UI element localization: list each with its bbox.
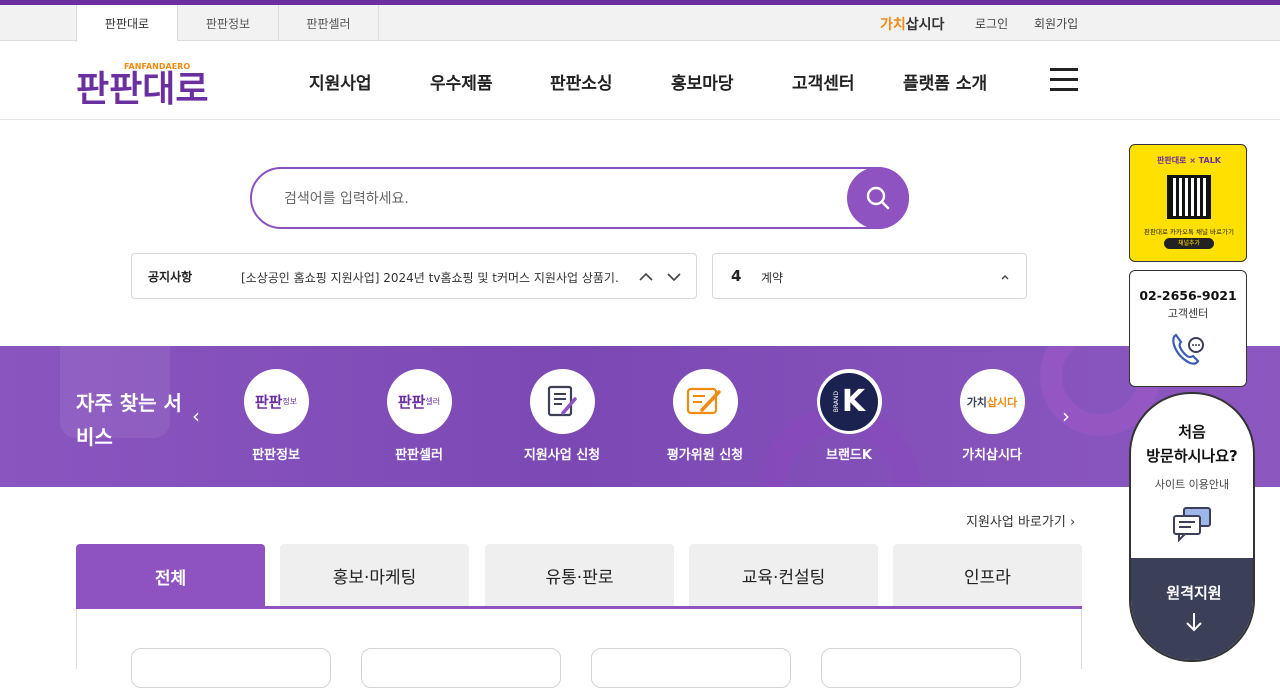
site-logo[interactable]: FANFANDAERO 판판대로	[76, 53, 230, 109]
tab-all[interactable]: 전체	[76, 544, 265, 609]
site-tab-panpandaero[interactable]: 판판대로	[76, 5, 177, 42]
logo-text: 판판	[254, 393, 283, 411]
search-input[interactable]	[284, 187, 824, 211]
kakao-add-button: 채널추가	[1164, 238, 1214, 249]
document-edit-icon	[529, 369, 595, 434]
search-button[interactable]	[847, 167, 909, 229]
chat-bubbles-icon	[1173, 507, 1211, 543]
chevron-up-icon[interactable]	[637, 268, 655, 286]
site-tabs: 판판대로 판판정보 판판셀러	[76, 5, 379, 42]
nav-sourcing[interactable]: 판판소싱	[550, 69, 613, 94]
gachi-word-1: 가치	[880, 17, 906, 33]
service-item-panpan-info[interactable]: 판판 정보 판판정보	[216, 369, 336, 463]
program-card[interactable]	[131, 648, 331, 688]
service-label: 판판정보	[252, 448, 300, 463]
remote-support-button[interactable]: 원격지원	[1131, 558, 1253, 660]
tab-distribution[interactable]: 유통·판로	[485, 544, 674, 606]
site-tab-panpan-info[interactable]: 판판정보	[177, 5, 278, 41]
kakao-channel-qr[interactable]: 판판대로 × TALK 판판대로 카카오톡 채널 바로가기 채널추가	[1129, 144, 1247, 262]
gachi-logo: 가치 삽시다	[959, 369, 1025, 434]
hamburger-menu-icon[interactable]	[1050, 68, 1078, 92]
customer-phone: 02-2656-9021	[1139, 288, 1237, 303]
nav-products[interactable]: 우수제품	[430, 69, 493, 94]
utility-bar: 판판대로 판판정보 판판셀러 가치삽시다 로그인 회원가입	[0, 5, 1280, 42]
notice-label: 공지사항	[148, 270, 193, 284]
service-label: 평가위원 신청	[666, 448, 744, 463]
program-card[interactable]	[361, 648, 561, 688]
services-title: 자주 찾는 서비스	[76, 391, 182, 449]
logo-text: K	[841, 384, 866, 419]
login-link[interactable]: 로그인	[975, 15, 1008, 32]
site-guide-widget: 처음 방문하시나요? 사이트 이용안내 원격지원	[1129, 392, 1255, 662]
panpan-seller-logo: 판판 셀러	[386, 369, 452, 434]
service-label: 가치삽시다	[962, 448, 1022, 463]
services-prev-icon[interactable]: ‹	[192, 404, 200, 428]
qr-caption: 판판대로 카카오톡 채널 바로가기	[1144, 228, 1234, 236]
guide-title-line1: 처음	[1178, 423, 1206, 441]
tab-marketing[interactable]: 홍보·마케팅	[280, 544, 469, 606]
nav-promotion[interactable]: 홍보마당	[671, 69, 734, 94]
notice-box: 공지사항 [소상공인 홈쇼핑 지원사업] 2024년 tv홈쇼핑 및 t커머스 …	[131, 253, 697, 299]
service-item-brand-k[interactable]: BRAND K 브랜드K	[789, 369, 909, 463]
chevron-right-icon: ›	[1069, 515, 1076, 530]
guide-title-line2: 방문하시나요?	[1146, 447, 1238, 465]
main-header: FANFANDAERO 판판대로 지원사업 우수제품 판판소싱 홍보마당 고객센…	[0, 41, 1280, 120]
caret-up-icon[interactable]	[1000, 272, 1010, 282]
service-label: 지원사업 신청	[523, 448, 601, 463]
nav-support[interactable]: 지원사업	[309, 69, 372, 94]
keyword-rank: 4	[731, 267, 742, 285]
logo-text: 삽시다	[986, 395, 1018, 409]
gachi-link[interactable]: 가치삽시다	[880, 14, 944, 34]
service-label: 판판셀러	[395, 448, 443, 463]
panpan-info-logo: 판판 정보	[243, 369, 309, 434]
customer-center-box[interactable]: 02-2656-9021 고객센터	[1129, 270, 1247, 387]
nav-platform-intro[interactable]: 플랫폼 소개	[903, 69, 987, 94]
qr-title: 판판대로 × TALK	[1156, 156, 1222, 165]
services-next-icon[interactable]: ›	[1062, 404, 1070, 428]
program-card[interactable]	[591, 648, 791, 688]
logo-title: 판판대로	[76, 69, 208, 109]
service-item-panpan-seller[interactable]: 판판 셀러 판판셀러	[359, 369, 479, 463]
logo-text: 셀러	[425, 397, 441, 406]
tab-infra[interactable]: 인프라	[893, 544, 1082, 606]
pencil-note-icon	[672, 369, 738, 434]
service-item-evaluator-apply[interactable]: 평가위원 신청	[645, 369, 765, 463]
logo-text: BRAND	[832, 390, 840, 413]
search-icon	[866, 186, 890, 210]
gachi-word-2: 삽시다	[905, 17, 945, 33]
guide-subtitle: 사이트 이용안내	[1154, 478, 1230, 491]
frequent-services-band: 자주 찾는 서비스 ‹ › 판판 정보 판판정보 판판 셀러 판판셀러 지원사업 신…	[0, 346, 1280, 487]
logo-text: 가치	[966, 395, 987, 409]
phone-chat-icon	[1172, 333, 1204, 365]
brand-k-logo: BRAND K	[816, 369, 882, 434]
service-item-support-apply[interactable]: 지원사업 신청	[502, 369, 622, 463]
search-bar	[250, 167, 909, 229]
keyword-text: 계약	[761, 271, 784, 285]
service-item-gachi[interactable]: 가치 삽시다 가치삽시다	[932, 369, 1052, 463]
site-tab-panpan-seller[interactable]: 판판셀러	[278, 5, 379, 41]
remote-support-label: 원격지원	[1166, 584, 1222, 602]
arrow-down-icon	[1186, 613, 1202, 632]
support-shortcut-link[interactable]: 지원사업 바로가기 ›	[966, 511, 1075, 530]
guide-title[interactable]: 처음 방문하시나요?	[1131, 420, 1253, 468]
category-tabs: 전체 홍보·마케팅 유통·판로 교육·컨설팅 인프라	[76, 544, 1082, 609]
customer-center-label: 고객센터	[1167, 307, 1209, 320]
tab-education[interactable]: 교육·컨설팅	[689, 544, 878, 606]
popular-keyword-box[interactable]: 4 계약	[712, 253, 1027, 299]
support-shortcut-label: 지원사업 바로가기	[966, 515, 1066, 530]
service-label: 브랜드K	[826, 448, 872, 463]
logo-text: 정보	[282, 397, 298, 406]
signup-link[interactable]: 회원가입	[1034, 15, 1078, 32]
nav-customer-center[interactable]: 고객센터	[792, 69, 855, 94]
notice-text[interactable]: [소상공인 홈쇼핑 지원사업] 2024년 tv홈쇼핑 및 t커머스 지원사업 …	[241, 269, 619, 286]
program-card[interactable]	[821, 648, 1021, 688]
qr-code-icon	[1167, 175, 1211, 219]
logo-text: 판판	[397, 393, 426, 411]
chevron-down-icon[interactable]	[665, 268, 683, 286]
